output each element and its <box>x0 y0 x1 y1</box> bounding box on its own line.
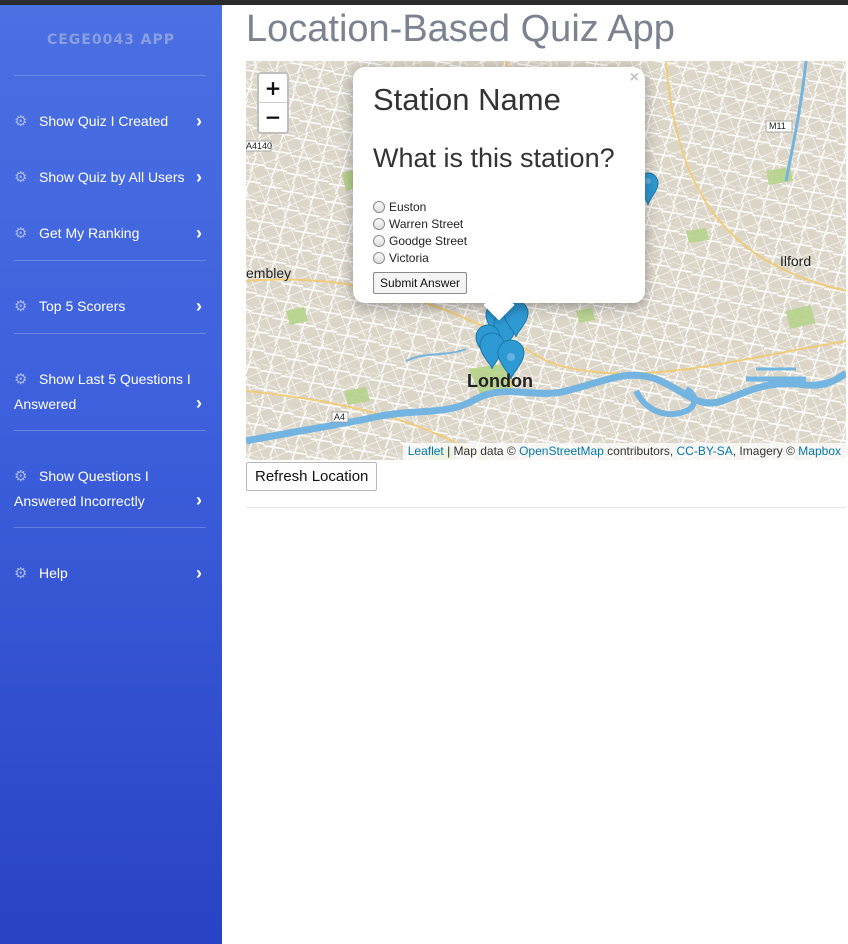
answer-option-label: Euston <box>389 200 427 214</box>
attribution-text: contributors, <box>603 444 677 458</box>
chevron-right-icon: › <box>196 563 202 583</box>
sidebar-divider <box>14 333 206 334</box>
answer-option[interactable]: Goodge Street <box>373 233 467 250</box>
zoom-in-button[interactable]: + <box>259 74 287 103</box>
cc-by-sa-link[interactable]: CC-BY-SA <box>677 444 733 458</box>
map-label-london: London <box>467 371 533 391</box>
sidebar-item-label: Get My Ranking <box>39 225 140 241</box>
mapbox-link[interactable]: Mapbox <box>798 444 841 458</box>
radio-button[interactable] <box>373 235 385 247</box>
sidebar-item-label-line2: Answered <box>14 396 77 412</box>
chevron-right-icon: › <box>196 296 202 316</box>
sidebar-divider <box>14 430 206 431</box>
sidebar-item-get-my-ranking[interactable]: ⚙ Get My Ranking › <box>14 221 206 246</box>
sidebar-item-help[interactable]: ⚙ Help › <box>14 561 206 586</box>
sidebar-item-label: Top 5 Scorers <box>39 298 126 314</box>
openstreetmap-link[interactable]: OpenStreetMap <box>519 444 604 458</box>
answer-option-label: Victoria <box>389 251 429 265</box>
sidebar-item-label: Help <box>39 565 68 581</box>
chevron-right-icon: › <box>196 393 202 413</box>
gear-icon: ⚙ <box>14 225 28 242</box>
radio-button[interactable] <box>373 201 385 213</box>
sidebar-item-label: Show Quiz I Created <box>39 113 169 129</box>
answer-option[interactable]: Victoria <box>373 250 429 267</box>
map-label-m11: M11 <box>769 121 786 131</box>
map-label-a4140: A4140 <box>246 141 273 151</box>
leaflet-link[interactable]: Leaflet <box>408 444 444 458</box>
sidebar-item-show-quiz-i-created[interactable]: ⚙ Show Quiz I Created › <box>14 109 206 134</box>
sidebar-item-show-quiz-by-all-users[interactable]: ⚙ Show Quiz by All Users › <box>14 165 206 190</box>
gear-icon: ⚙ <box>14 169 28 186</box>
zoom-control: + − <box>257 72 289 134</box>
sidebar-divider <box>14 260 206 261</box>
sidebar: CEGE0043 APP ⚙ Show Quiz I Created › ⚙ Sho… <box>0 5 222 944</box>
gear-icon: ⚙ <box>14 113 28 130</box>
sidebar-divider <box>14 527 206 528</box>
popup-title: Station Name <box>373 82 561 117</box>
chevron-right-icon: › <box>196 490 202 510</box>
refresh-location-button[interactable]: Refresh Location <box>246 462 378 491</box>
radio-button[interactable] <box>373 252 385 264</box>
gear-icon: ⚙ <box>14 298 28 315</box>
chevron-right-icon: › <box>196 167 202 187</box>
sidebar-item-label: Show Last 5 Questions I <box>39 371 191 387</box>
sidebar-divider <box>14 75 206 76</box>
gear-icon: ⚙ <box>14 565 28 582</box>
zoom-out-button[interactable]: − <box>259 103 287 132</box>
quiz-popup: × Station Name What is this station? Eus… <box>353 67 645 321</box>
popup-question: What is this station? <box>373 143 615 173</box>
sidebar-item-label: Show Quiz by All Users <box>39 169 185 185</box>
horizontal-rule <box>246 507 846 508</box>
map-label-ilford: Ilford <box>780 253 812 269</box>
map-view[interactable]: London embley Ilford M11 A4140 A4 + − × … <box>246 61 846 460</box>
map-attribution: Leaflet | Map data © OpenStreetMap contr… <box>402 443 846 460</box>
map-label-wembley: embley <box>246 265 292 281</box>
gear-icon: ⚙ <box>14 468 28 485</box>
sidebar-item-show-questions-answered-incorrectly[interactable]: ⚙ Show Questions I Answered Incorrectly › <box>14 464 206 513</box>
sidebar-item-label: Show Questions I <box>39 468 149 484</box>
submit-answer-button[interactable]: Submit Answer <box>373 272 468 294</box>
chevron-right-icon: › <box>196 111 202 131</box>
app-brand: CEGE0043 APP <box>46 32 176 48</box>
radio-button[interactable] <box>373 218 385 230</box>
attribution-text: , Imagery © <box>732 444 799 458</box>
attribution-text: | Map data © <box>443 444 520 458</box>
answer-option[interactable]: Euston <box>373 199 426 216</box>
chevron-right-icon: › <box>196 223 202 243</box>
close-icon[interactable]: × <box>630 69 639 87</box>
page-title: Location-Based Quiz App <box>246 8 675 50</box>
map-label-a4: A4 <box>334 412 346 422</box>
answer-option-label: Warren Street <box>389 217 464 231</box>
gear-icon: ⚙ <box>14 371 28 388</box>
answer-option-label: Goodge Street <box>389 234 468 248</box>
sidebar-item-top-5-scorers[interactable]: ⚙ Top 5 Scorers › <box>14 294 206 319</box>
sidebar-item-label-line2: Answered Incorrectly <box>14 493 145 509</box>
sidebar-item-show-last-5-questions[interactable]: ⚙ Show Last 5 Questions I Answered › <box>14 367 206 416</box>
answer-option[interactable]: Warren Street <box>373 216 463 233</box>
